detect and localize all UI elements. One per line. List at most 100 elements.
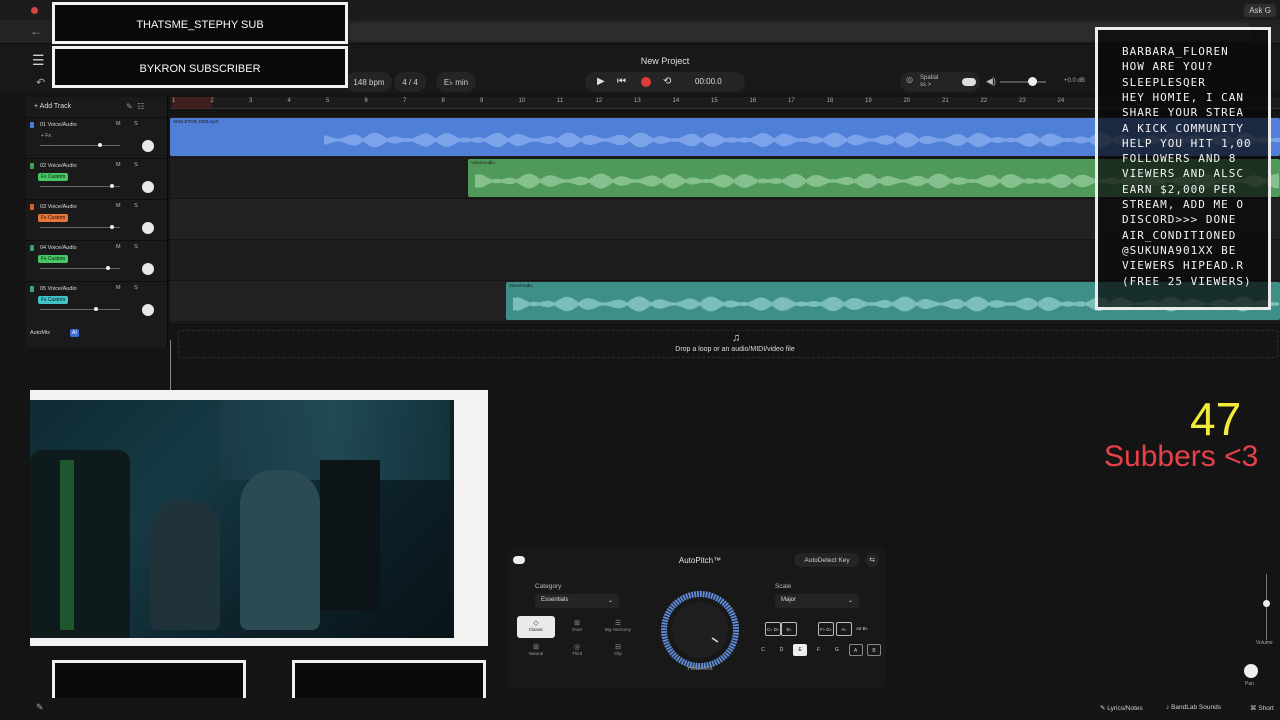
ruler-tick-label: 5 — [326, 98, 330, 104]
track-volume-slider[interactable] — [40, 186, 120, 187]
accidental-button[interactable]: A♭ — [836, 622, 852, 636]
track-volume-knob[interactable] — [98, 143, 102, 147]
accidental-button[interactable]: F♭ G♭ — [818, 622, 834, 636]
track-header[interactable]: 02 Voice/Audio Fx Custom M S — [26, 158, 166, 199]
mute-solo-buttons[interactable]: M S — [116, 162, 144, 168]
scale-key-button[interactable]: B — [867, 644, 881, 656]
drop-zone[interactable] — [178, 330, 1278, 358]
play-icon[interactable]: ▶ — [597, 76, 605, 87]
preset-icon: ☰ — [614, 620, 622, 627]
add-track-button[interactable]: + Add Track — [34, 103, 71, 110]
record-button[interactable] — [641, 77, 651, 87]
preset-icon: ⊞ — [574, 620, 580, 627]
back-arrow-icon[interactable]: ← — [30, 24, 42, 38]
pitch-preset-button[interactable]: ⊞ Duet — [558, 616, 596, 638]
scale-key-button[interactable]: E — [793, 644, 807, 656]
category-select[interactable]: Essentials ⌄ — [535, 594, 619, 608]
pitch-preset-button[interactable]: ◇ Classic — [517, 616, 555, 638]
track-fx-button[interactable]: Fx Custom — [38, 255, 69, 263]
chat-message-line: VIEWERS HIPEAD.R — [1122, 259, 1244, 273]
autodetect-key-button[interactable]: AutoDetect Key — [794, 553, 860, 567]
track-volume-knob[interactable] — [110, 225, 114, 229]
pitch-amount-dial[interactable] — [658, 588, 742, 672]
track-fx-button[interactable]: Fx Custom — [38, 173, 69, 181]
track-pan-dial[interactable] — [142, 222, 154, 234]
ask-button[interactable]: Ask G — [1244, 4, 1276, 17]
ruler-tick-label: 8 — [441, 98, 445, 104]
track-volume-slider[interactable] — [40, 309, 120, 310]
shortcuts-button[interactable]: ⌘ Short — [1250, 704, 1274, 712]
pitch-preset-button[interactable]: ☰ Big Harmony — [599, 616, 637, 638]
volume-icon[interactable]: ◀) — [986, 76, 996, 87]
scale-key-button[interactable]: F — [812, 644, 826, 656]
track-header[interactable]: 04 Voice/Audio Fx Custom M S — [26, 240, 166, 281]
scale-key-button[interactable]: C — [756, 644, 770, 656]
track-pan-dial[interactable] — [142, 263, 154, 275]
track-volume-knob[interactable] — [94, 307, 98, 311]
track-fx-button[interactable]: + Fx — [38, 132, 54, 140]
brush-icon[interactable]: ✎ — [36, 702, 44, 713]
spatial-control[interactable]: ◎ Spatial ss > — [900, 72, 980, 92]
spatial-toggle[interactable] — [962, 78, 976, 86]
track-volume-slider[interactable] — [40, 227, 120, 228]
pitch-preset-button[interactable]: ◎ Third — [558, 640, 596, 662]
track-fx-button[interactable]: Fx Custom — [38, 214, 69, 222]
track-header[interactable]: 03 Voice/Audio Fx Custom M S — [26, 199, 166, 240]
pitch-preset-button[interactable]: ⊞ Natural — [517, 640, 555, 662]
mute-solo-buttons[interactable]: M S — [116, 121, 144, 127]
time-signature-field[interactable]: 4 / 4 — [394, 72, 426, 92]
scale-select[interactable]: Major ⌄ — [775, 594, 859, 608]
mute-solo-buttons[interactable]: M S — [116, 244, 144, 250]
master-db-readout: +0.0 dB — [1064, 78, 1085, 84]
scale-key-button[interactable]: G — [830, 644, 844, 656]
volume-strip-knob[interactable] — [1263, 600, 1270, 607]
track-color-swatch — [30, 245, 34, 251]
volume-strip-track[interactable] — [1266, 574, 1267, 640]
scale-key-button[interactable]: A — [848, 644, 863, 656]
undo-icon[interactable]: ↶ — [36, 76, 45, 89]
track-pan-dial[interactable] — [142, 304, 154, 316]
mute-solo-buttons[interactable]: M S — [116, 203, 144, 209]
skip-back-icon[interactable]: ⏮ — [617, 76, 626, 87]
track-volume-knob[interactable] — [106, 266, 110, 270]
key-field[interactable]: E♭ min — [436, 72, 476, 92]
lyrics-notes-button[interactable]: ✎ Lyrics/Notes — [1100, 704, 1143, 712]
track-volume-slider[interactable] — [40, 145, 120, 146]
track-header[interactable]: 01 Voice/Audio + Fx M S — [26, 117, 166, 158]
sub-alert-text: THATSME_STEPHY SUB — [136, 19, 264, 31]
menu-icon[interactable]: ☰ — [32, 52, 45, 69]
track-pan-dial[interactable] — [142, 140, 154, 152]
bandlab-sounds-button[interactable]: ♪ BandLab Sounds — [1166, 704, 1221, 711]
master-volume-knob[interactable] — [1028, 77, 1037, 86]
scale-key-button[interactable]: D — [775, 644, 789, 656]
tempo-field[interactable]: 148 bpm — [346, 72, 392, 92]
accidental-button[interactable]: C♭ D♭ — [765, 622, 781, 636]
lyrics-notes-label: Lyrics/Notes — [1107, 705, 1143, 712]
preset-label: Classic — [528, 627, 544, 632]
track-pan-dial[interactable] — [142, 181, 154, 193]
track-name[interactable]: 02 Voice/Audio — [40, 163, 77, 169]
master-volume-slider[interactable] — [1000, 81, 1046, 83]
mute-solo-buttons[interactable]: M S — [116, 285, 144, 291]
track-volume-knob[interactable] — [110, 184, 114, 188]
pitch-preset-button[interactable]: ⊟ Clip — [599, 640, 637, 662]
accidental-button[interactable]: A♯ B♭ — [854, 622, 870, 636]
accidental-button[interactable]: E♭ — [781, 622, 797, 636]
track-tools-icons[interactable]: ✎ ☷ — [126, 102, 144, 111]
track-header[interactable]: 05 Voice/Audio Fx Custom M S — [26, 281, 166, 322]
preset-label: Big Harmony — [604, 627, 631, 632]
track-name[interactable]: 04 Voice/Audio — [40, 245, 77, 251]
automix-label[interactable]: AutoMix — [30, 330, 50, 336]
loop-icon[interactable]: ⟲ — [663, 76, 671, 87]
track-name[interactable]: 01 Voice/Audio — [40, 122, 77, 128]
track-fx-button[interactable]: Fx Custom — [38, 296, 69, 304]
autopitch-power-toggle[interactable] — [513, 556, 525, 564]
sliders-icon[interactable]: ⇆ — [865, 553, 879, 567]
pan-knob[interactable] — [1244, 664, 1258, 678]
project-title[interactable]: New Project — [620, 56, 710, 66]
track-name[interactable]: 05 Voice/Audio — [40, 286, 77, 292]
loop-region-marker[interactable] — [172, 97, 212, 109]
track-name[interactable]: 03 Voice/Audio — [40, 204, 77, 210]
chat-message-line: DISCORD>>> DONE — [1122, 213, 1237, 227]
close-window-dot[interactable] — [31, 7, 38, 14]
